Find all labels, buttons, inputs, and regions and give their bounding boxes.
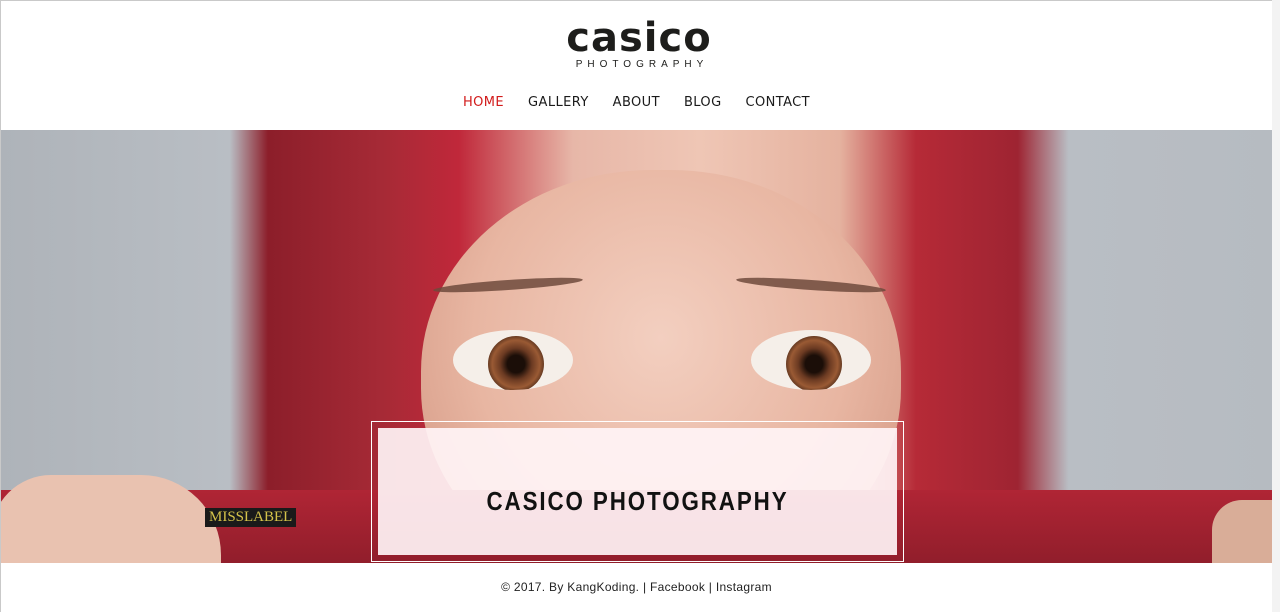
left-hand	[1, 475, 221, 563]
hero-caption-box: CASICO PHOTOGRAPHY	[378, 428, 897, 555]
right-eye	[751, 330, 871, 390]
logo-wordmark: casico	[566, 15, 712, 61]
nav-about[interactable]: ABOUT	[613, 95, 660, 110]
footer-text: © 2017. By KangKoding. | Facebook | Inst…	[1, 580, 1272, 594]
site-logo[interactable]: casico PHOTOGRAPHY	[561, 15, 717, 70]
right-hand	[1212, 500, 1272, 563]
footer-facebook-link[interactable]: Facebook	[650, 580, 705, 594]
footer-separator: |	[708, 580, 713, 594]
left-eye	[453, 330, 573, 390]
veil-label-tag: MISSLABEL	[205, 508, 297, 527]
logo-tagline: PHOTOGRAPHY	[575, 59, 709, 70]
right-iris	[786, 336, 842, 390]
hero-caption-frame: CASICO PHOTOGRAPHY	[371, 421, 904, 562]
footer-separator: |	[642, 580, 647, 594]
site-header: casico PHOTOGRAPHY HOME GALLERY ABOUT BL…	[1, 1, 1272, 130]
hero-caption-title: CASICO PHOTOGRAPHY	[486, 486, 789, 516]
nav-home[interactable]: HOME	[463, 95, 504, 110]
footer-copyright: © 2017. By KangKoding.	[501, 580, 640, 594]
nav-contact[interactable]: CONTACT	[746, 95, 810, 110]
site-footer: © 2017. By KangKoding. | Facebook | Inst…	[1, 563, 1272, 612]
nav-gallery[interactable]: GALLERY	[528, 95, 589, 110]
left-iris	[488, 336, 544, 390]
main-nav: HOME GALLERY ABOUT BLOG CONTACT	[1, 95, 1272, 110]
nav-blog[interactable]: BLOG	[684, 95, 722, 110]
window-scrollbar[interactable]	[1272, 0, 1280, 612]
footer-instagram-link[interactable]: Instagram	[716, 580, 772, 594]
hero-banner: MISSLABEL CASICO PHOTOGRAPHY	[1, 130, 1272, 563]
